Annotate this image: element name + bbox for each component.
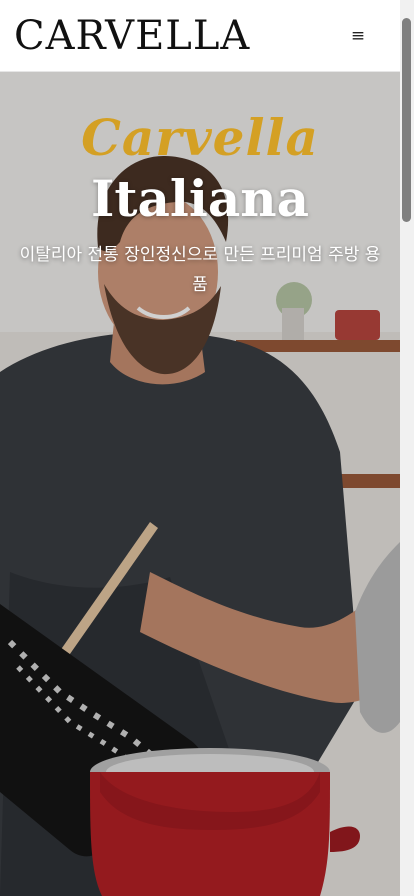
scrollbar-thumb[interactable] [402, 18, 411, 222]
site-header: CARVELLA ≡ [0, 0, 400, 72]
hamburger-menu-icon: ≡ [350, 26, 366, 46]
hero-title-main: Italiana [90, 169, 310, 228]
hamburger-menu-button[interactable]: ≡ [344, 24, 372, 48]
hero-section: Carvella Italiana 이탈리아 전통 장인정신으로 만든 프리미엄… [0, 72, 400, 896]
hero-title-accent: Carvella [81, 108, 319, 167]
hero-description: 이탈리아 전통 장인정신으로 만든 프리미엄 주방 용품 [19, 245, 381, 295]
hero-text-block: Carvella Italiana 이탈리아 전통 장인정신으로 만든 프리미엄… [0, 110, 400, 300]
brand-logo[interactable]: CARVELLA [14, 12, 250, 60]
page: CARVELLA ≡ Carvella Italiana 이탈리아 전통 장인정… [0, 0, 414, 896]
